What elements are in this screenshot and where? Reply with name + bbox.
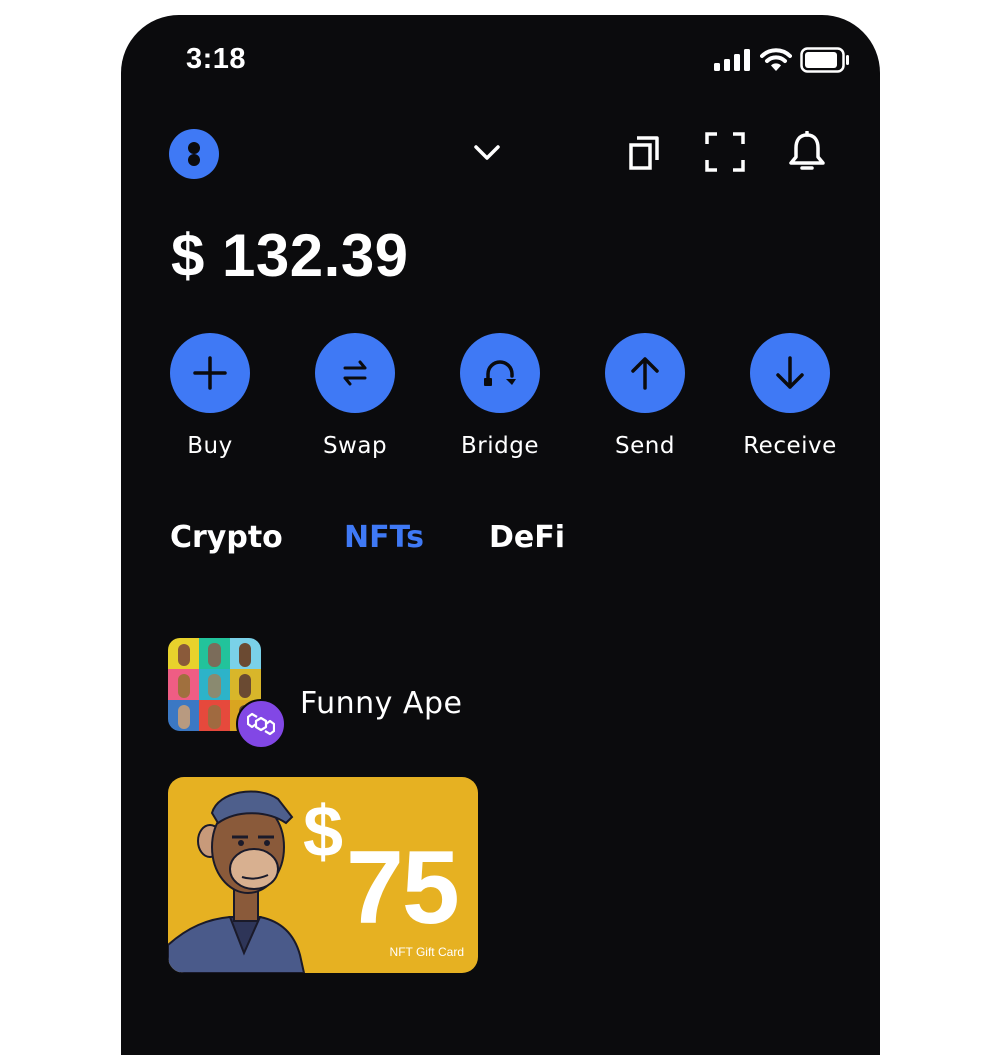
swap-icon — [343, 360, 367, 386]
send-label: Send — [615, 433, 675, 459]
polygon-badge — [236, 699, 286, 749]
swap-label: Swap — [322, 433, 388, 459]
bridge-icon — [484, 360, 516, 386]
battery-icon — [800, 47, 849, 73]
status-icons — [714, 47, 850, 73]
send-action[interactable]: Send — [575, 333, 715, 459]
notifications-button[interactable] — [785, 129, 829, 175]
arrow-up-icon — [631, 357, 659, 390]
scan-icon — [705, 132, 745, 172]
receive-label: Receive — [743, 433, 837, 459]
scan-button[interactable] — [704, 131, 746, 173]
collection-name: Funny Ape — [300, 686, 463, 721]
card-caption: NFT Gift Card — [389, 945, 464, 959]
tab-crypto[interactable]: Crypto — [170, 520, 283, 555]
nft-collection-row[interactable]: Funny Ape — [168, 638, 568, 749]
card-currency: $ — [303, 792, 344, 872]
tab-defi[interactable]: DeFi — [489, 520, 565, 555]
bell-icon — [789, 131, 825, 170]
card-amount: 75 — [346, 830, 460, 946]
buy-label: Buy — [187, 433, 233, 459]
signal-icon — [714, 49, 750, 71]
plus-icon — [193, 356, 227, 390]
receive-action[interactable]: Receive — [720, 333, 860, 459]
receive-button[interactable] — [750, 333, 830, 413]
wallet-balance: $ 132.39 — [171, 222, 409, 289]
send-button[interactable] — [605, 333, 685, 413]
account-avatar[interactable] — [169, 129, 219, 179]
buy-button[interactable] — [170, 333, 250, 413]
copy-icon — [629, 136, 659, 170]
phone-screen: 3:18 $ 132.39 Buy Swap Bridge Send Recei… — [121, 15, 880, 1055]
polygon-icon — [247, 712, 275, 736]
copy-button[interactable] — [624, 133, 664, 173]
buy-action[interactable]: Buy — [140, 333, 280, 459]
bridge-action[interactable]: Bridge — [430, 333, 570, 459]
chevron-down-icon — [474, 145, 500, 160]
bridge-button[interactable] — [460, 333, 540, 413]
arrow-down-icon — [776, 356, 804, 389]
ape-illustration — [168, 790, 306, 973]
avatar-glyph-icon — [188, 142, 200, 166]
swap-action[interactable]: Swap — [285, 333, 425, 459]
bridge-label: Bridge — [461, 433, 539, 459]
nft-gift-card[interactable]: $ 75 NFT Gift Card — [168, 777, 478, 973]
wifi-icon — [760, 48, 792, 71]
swap-button[interactable] — [315, 333, 395, 413]
status-time: 3:18 — [186, 43, 247, 75]
tab-nfts[interactable]: NFTs — [344, 520, 424, 555]
account-switcher-button[interactable] — [469, 135, 505, 171]
